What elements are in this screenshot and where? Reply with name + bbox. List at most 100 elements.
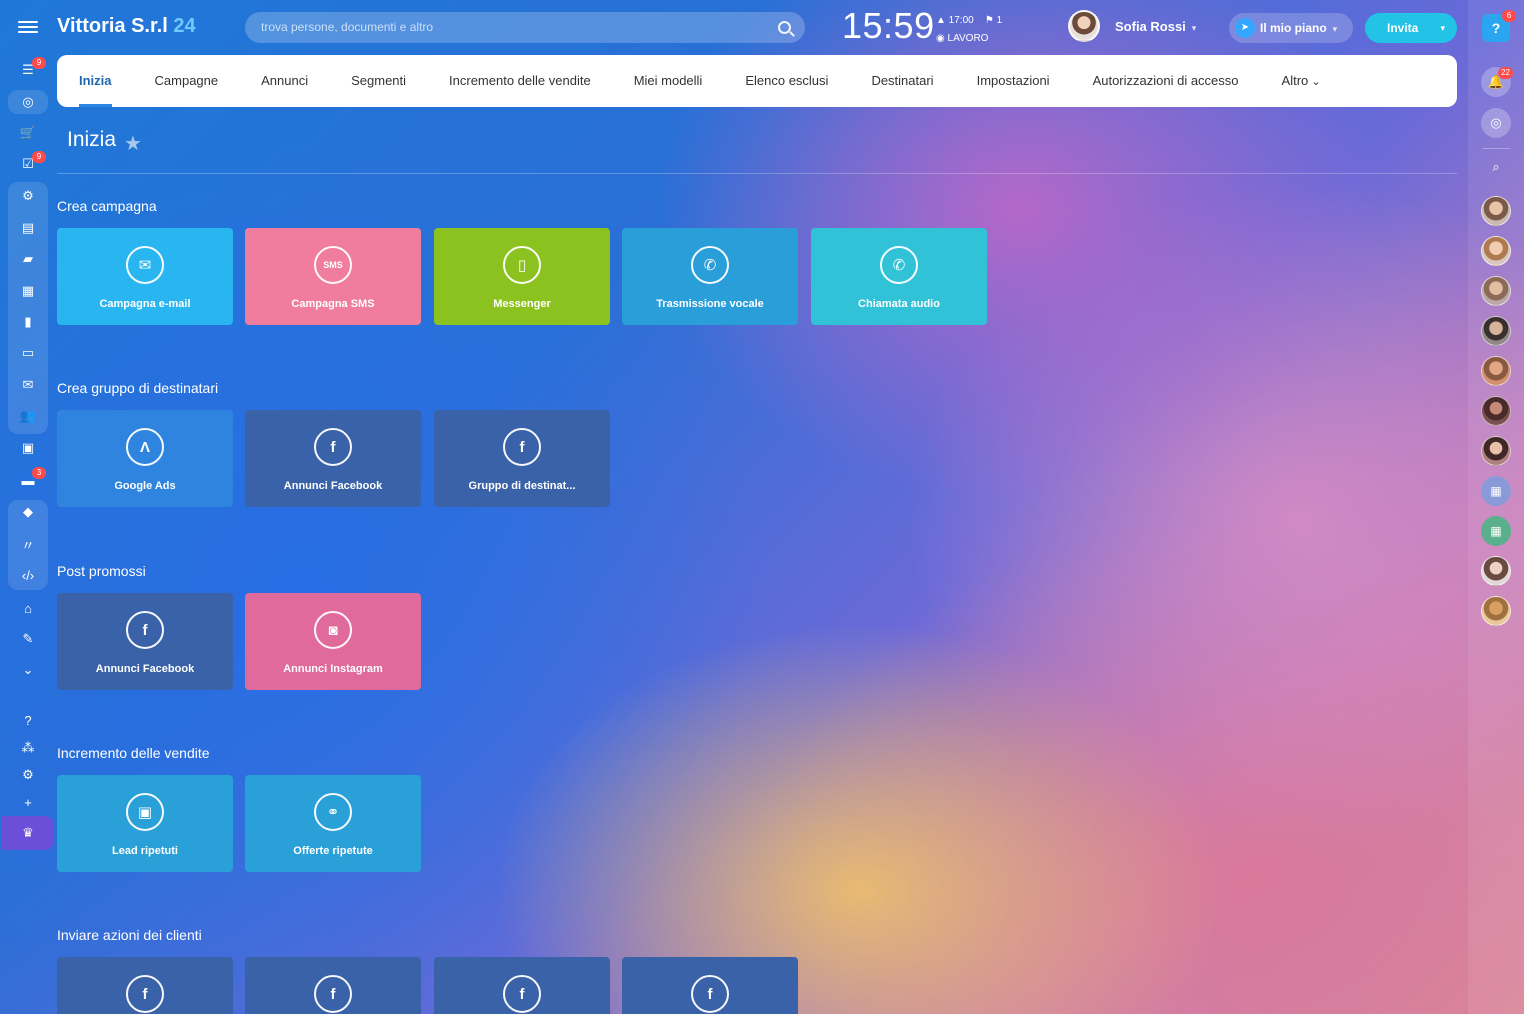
tile-facebook-audience[interactable]: f Gruppo di destinat... [434, 410, 610, 507]
messages-button[interactable]: ◎ [1481, 108, 1511, 138]
tile-label: Offerte ripetute [293, 845, 373, 857]
tile-label: Google Ads [114, 480, 176, 492]
sidebar-item-more[interactable]: ⌄ [16, 658, 40, 682]
contact-avatar[interactable] [1481, 236, 1511, 266]
tasks-badge: 9 [32, 151, 46, 163]
sidebar-item-inbox[interactable]: ▤ [16, 216, 40, 240]
tile-instagram-promoted[interactable]: ◙ Annunci Instagram [245, 593, 421, 690]
tile-facebook-action[interactable]: f [57, 957, 233, 1014]
invite-button[interactable]: Invita [1365, 13, 1457, 43]
contact-avatar[interactable] [1481, 436, 1511, 466]
tile-sms-campaign[interactable]: SMS Campagna SMS [245, 228, 421, 325]
flag-count: ⚑ 1 [984, 15, 1003, 26]
tile-label: Messenger [493, 298, 551, 310]
tile-voice-broadcast[interactable]: ✆ Trasmissione vocale [622, 228, 798, 325]
user-avatar[interactable] [1068, 10, 1100, 42]
favorite-star-icon[interactable]: ★ [124, 131, 142, 156]
tile-facebook-ads[interactable]: f Annunci Facebook [245, 410, 421, 507]
sidebar-item-marketing[interactable]: ◎ [16, 90, 40, 114]
section-title: Inviare azioni dei clienti [57, 927, 202, 943]
facebook-icon: f [314, 975, 352, 1013]
sidebar-item-contacts[interactable]: 👥 [16, 404, 40, 428]
tile-messenger[interactable]: ▯ Messenger [434, 228, 610, 325]
sidebar-item-shop[interactable]: 🛒 [16, 121, 40, 145]
contact-avatar[interactable] [1481, 356, 1511, 386]
facebook-icon: f [503, 428, 541, 466]
tab-segmenti[interactable]: Segmenti [351, 55, 406, 107]
sidebar-item-documents[interactable]: ▮ [16, 310, 40, 334]
sidebar-item-structure[interactable]: ⁂ [16, 736, 40, 760]
tab-miei-modelli[interactable]: Miei modelli [634, 55, 703, 107]
brand-logo[interactable]: Vittoria S.r.l 24 [57, 15, 196, 38]
tile-facebook-promoted[interactable]: f Annunci Facebook [57, 593, 233, 690]
sidebar-item-drive[interactable]: ▭ [16, 341, 40, 365]
tab-altro[interactable]: Altro [1282, 55, 1321, 107]
right-search-button[interactable]: ⌕ [1481, 152, 1511, 182]
clock[interactable]: 15:59 [842, 5, 935, 47]
contact-avatar[interactable] [1481, 556, 1511, 586]
tab-annunci[interactable]: Annunci [261, 55, 308, 107]
sidebar-item-sites[interactable]: 〃 [16, 532, 40, 556]
my-plan-button[interactable]: Il mio piano [1229, 13, 1353, 43]
tab-inizia[interactable]: Inizia [79, 55, 112, 107]
sidebar-item-help[interactable]: ? [16, 708, 40, 732]
tile-audio-call[interactable]: ✆ Chiamata audio [811, 228, 987, 325]
tile-label: Lead ripetuti [111, 845, 178, 857]
search-icon[interactable] [778, 21, 791, 34]
tile-facebook-action[interactable]: f [245, 957, 421, 1014]
sidebar-item-automation[interactable]: ⚙ [16, 184, 40, 208]
group-calendar-button[interactable]: ▦ [1481, 516, 1511, 546]
facebook-icon: f [314, 428, 352, 466]
section-title: Crea gruppo di destinatari [57, 380, 219, 396]
sidebar-item-sign[interactable]: ✎ [16, 627, 40, 651]
sidebar-item-chat[interactable]: ▰ [16, 247, 40, 271]
group-calendar-button[interactable]: ▦ [1481, 476, 1511, 506]
handshake-icon: ⚭ [314, 793, 352, 831]
document-icon: ▮ [24, 314, 32, 329]
cart-icon: 🛒 [19, 125, 37, 140]
user-name[interactable]: Sofia Rossi [1115, 19, 1196, 34]
tile-facebook-action[interactable]: f [434, 957, 610, 1014]
target-icon: ◎ [22, 94, 34, 109]
sidebar-item-company[interactable]: ⌂ [16, 596, 40, 620]
tile-google-ads[interactable]: Λ Google Ads [57, 410, 233, 507]
tab-incremento-vendite[interactable]: Incremento delle vendite [449, 55, 591, 107]
contact-avatar[interactable] [1481, 316, 1511, 346]
contact-avatar[interactable] [1481, 196, 1511, 226]
tab-impostazioni[interactable]: Impostazioni [977, 55, 1050, 107]
inbox-icon: ▤ [21, 220, 35, 235]
facebook-icon: f [126, 611, 164, 649]
tile-repeat-leads[interactable]: ▣ Lead ripetuti [57, 775, 233, 872]
contact-avatar[interactable] [1481, 276, 1511, 306]
tile-facebook-action[interactable]: f [622, 957, 798, 1014]
left-sidebar: ☰ 9 ◎ 🛒 ☑ 9 ⚙ ▤ ▰ ▦ ▮ ▭ ✉ 👥 ▣ ▬ 3 ◆ 〃 ‹/… [0, 0, 56, 1014]
sidebar-item-add[interactable]: + [16, 790, 40, 814]
page-title: Inizia [67, 128, 117, 151]
tab-campagne[interactable]: Campagne [155, 55, 219, 107]
tab-elenco-esclusi[interactable]: Elenco esclusi [745, 55, 828, 107]
help-badge: 6 [1502, 10, 1516, 22]
contact-avatar[interactable] [1481, 396, 1511, 426]
tab-autorizzazioni[interactable]: Autorizzazioni di accesso [1093, 55, 1239, 107]
sidebar-item-calendar[interactable]: ▦ [16, 279, 40, 303]
sidebar-item-settings[interactable]: ⚙ [16, 763, 40, 787]
sidebar-item-mail[interactable]: ✉ [16, 373, 40, 397]
tile-repeat-deals[interactable]: ⚭ Offerte ripetute [245, 775, 421, 872]
clock-meta[interactable]: ▲ 17:00 ⚑ 1 ◉ LAVORO [936, 12, 1002, 48]
search-input[interactable]: trova persone, documenti e altro [245, 12, 805, 43]
tile-label: Trasmissione vocale [656, 298, 764, 310]
repeat-lead-icon: ▣ [126, 793, 164, 831]
tile-label: Annunci Instagram [283, 663, 383, 675]
sidebar-item-crown[interactable]: ♛ [16, 821, 40, 845]
contact-avatar[interactable] [1481, 596, 1511, 626]
hamburger-menu-icon[interactable] [18, 18, 38, 38]
tab-destinatari[interactable]: Destinatari [871, 55, 933, 107]
search-icon: ⌕ [1492, 159, 1500, 174]
tile-email-campaign[interactable]: ✉ Campagna e-mail [57, 228, 233, 325]
sidebar-item-box[interactable]: ◆ [16, 500, 40, 524]
brand-name: Vittoria S.r.l [57, 15, 168, 37]
section-title: Crea campagna [57, 198, 157, 214]
sidebar-item-dev[interactable]: ‹/› [16, 563, 40, 587]
sidebar-item-crm[interactable]: ▣ [16, 436, 40, 460]
section-title: Incremento delle vendite [57, 745, 210, 761]
